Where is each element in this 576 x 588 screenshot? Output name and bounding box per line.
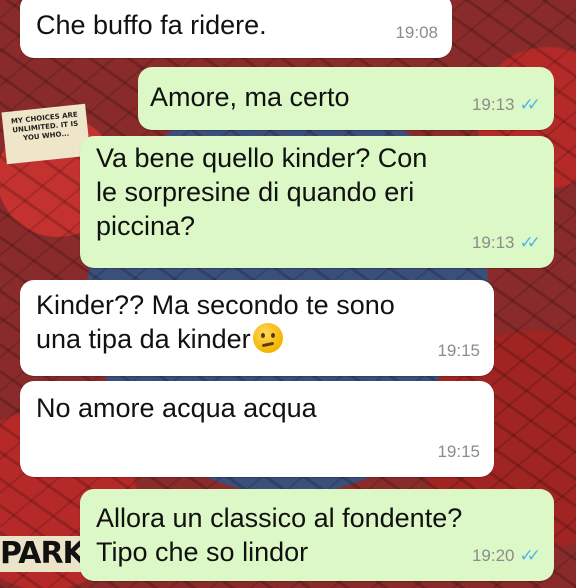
thinking-face-emoji (252, 323, 283, 353)
message-meta: 19:13 ✓✓ (471, 88, 541, 122)
message-time: 19:13 (471, 233, 515, 252)
message-line: Va bene quello kinder? Con (96, 143, 428, 173)
message-text: Che buffo fa ridere. (36, 8, 436, 42)
message-bubble-outgoing[interactable]: Va bene quello kinder? Con le sorpresine… (80, 136, 554, 268)
message-line-with-emoji: una tipa da kinder (36, 322, 478, 356)
message-bubble-incoming[interactable]: No amore acqua acqua 19:15 (20, 381, 494, 477)
double-check-icon: ✓✓ (519, 95, 541, 114)
message-bubble-outgoing[interactable]: Amore, ma certo 19:13 ✓✓ (138, 67, 554, 130)
message-line: No amore acqua acqua (36, 393, 317, 423)
message-line: Amore, ma certo (150, 82, 350, 112)
double-check-icon: ✓✓ (519, 546, 541, 565)
message-time: 19:08 (395, 23, 438, 42)
message-time: 19:13 (471, 95, 515, 114)
message-time: 19:20 (471, 546, 515, 565)
message-line: Allora un classico al fondente? (96, 503, 463, 533)
wallpaper-comic-text: PARKI (0, 536, 86, 572)
message-time: 19:15 (437, 442, 480, 461)
message-time: 19:15 (437, 341, 480, 360)
message-meta: 19:20 ✓✓ (471, 539, 541, 573)
double-check-icon: ✓✓ (519, 233, 541, 252)
message-line: una tipa da kinder (36, 324, 251, 354)
wallpaper-comic-caption: MY CHOICES ARE UNLIMITED. IT IS YOU WHO.… (1, 103, 91, 165)
message-bubble-incoming[interactable]: Kinder?? Ma secondo te sono una tipa da … (20, 280, 494, 376)
message-text: Kinder?? Ma secondo te sono una tipa da … (36, 288, 478, 356)
message-meta: 19:15 (437, 435, 480, 469)
message-line: Kinder?? Ma secondo te sono (36, 290, 395, 320)
message-meta: 19:08 (395, 16, 438, 50)
message-bubble-outgoing[interactable]: Allora un classico al fondente? Tipo che… (80, 489, 554, 581)
message-line: Che buffo fa ridere. (36, 10, 267, 40)
message-meta: 19:13 ✓✓ (471, 226, 541, 260)
message-line: le sorpresine di quando eri (96, 177, 415, 207)
message-meta: 19:15 (437, 334, 480, 368)
message-bubble-incoming[interactable]: Che buffo fa ridere. 19:08 (20, 0, 452, 58)
message-text: No amore acqua acqua (36, 391, 478, 425)
